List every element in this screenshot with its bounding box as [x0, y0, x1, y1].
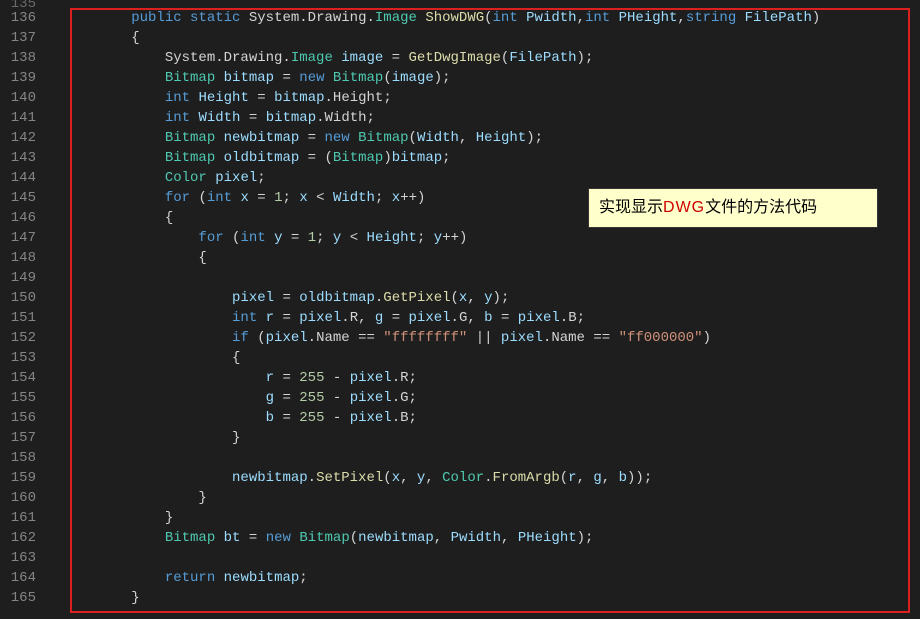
- line-number: 135: [0, 0, 48, 8]
- code-line[interactable]: }: [64, 508, 920, 528]
- code-line[interactable]: [64, 268, 920, 288]
- code-line[interactable]: int Width = bitmap.Width;: [64, 108, 920, 128]
- line-number: 147: [0, 228, 48, 248]
- line-number: 153: [0, 348, 48, 368]
- line-number: 155: [0, 388, 48, 408]
- code-line[interactable]: {: [64, 248, 920, 268]
- code-line[interactable]: [64, 448, 920, 468]
- line-number: 154: [0, 368, 48, 388]
- line-number: 145: [0, 188, 48, 208]
- code-line[interactable]: int r = pixel.R, g = pixel.G, b = pixel.…: [64, 308, 920, 328]
- code-line[interactable]: }: [64, 588, 920, 608]
- line-number: 158: [0, 448, 48, 468]
- line-number: 140: [0, 88, 48, 108]
- code-line[interactable]: for (int y = 1; y < Height; y++): [64, 228, 920, 248]
- line-number: 162: [0, 528, 48, 548]
- line-number: 150: [0, 288, 48, 308]
- code-line[interactable]: Color pixel;: [64, 168, 920, 188]
- annotation-suffix: 文件的方法代码: [705, 199, 817, 216]
- line-number: 164: [0, 568, 48, 588]
- annotation-prefix: 实现显示: [599, 199, 663, 216]
- code-lines-container: public static System.Drawing.Image ShowD…: [64, 0, 920, 608]
- line-number: 159: [0, 468, 48, 488]
- code-area[interactable]: public static System.Drawing.Image ShowD…: [48, 0, 920, 619]
- code-line[interactable]: if (pixel.Name == "ffffffff" || pixel.Na…: [64, 328, 920, 348]
- line-number: 143: [0, 148, 48, 168]
- line-number: 141: [0, 108, 48, 128]
- code-line[interactable]: Bitmap bitmap = new Bitmap(image);: [64, 68, 920, 88]
- code-line[interactable]: {: [64, 28, 920, 48]
- line-number: 138: [0, 48, 48, 68]
- line-number: 148: [0, 248, 48, 268]
- code-line[interactable]: int Height = bitmap.Height;: [64, 88, 920, 108]
- code-line[interactable]: Bitmap oldbitmap = (Bitmap)bitmap;: [64, 148, 920, 168]
- code-line[interactable]: g = 255 - pixel.G;: [64, 388, 920, 408]
- code-line[interactable]: r = 255 - pixel.R;: [64, 368, 920, 388]
- annotation-highlight: DWG: [663, 199, 705, 216]
- line-number: 137: [0, 28, 48, 48]
- annotation-callout: 实现显示DWG文件的方法代码: [588, 188, 878, 228]
- code-line[interactable]: Bitmap bt = new Bitmap(newbitmap, Pwidth…: [64, 528, 920, 548]
- line-number: 156: [0, 408, 48, 428]
- line-number: 163: [0, 548, 48, 568]
- code-line[interactable]: newbitmap.SetPixel(x, y, Color.FromArgb(…: [64, 468, 920, 488]
- line-number: 152: [0, 328, 48, 348]
- code-line[interactable]: [64, 0, 920, 8]
- code-line[interactable]: Bitmap newbitmap = new Bitmap(Width, Hei…: [64, 128, 920, 148]
- code-line[interactable]: b = 255 - pixel.B;: [64, 408, 920, 428]
- code-line[interactable]: }: [64, 488, 920, 508]
- line-number: 161: [0, 508, 48, 528]
- code-editor[interactable]: 1351361371381391401411421431441451461471…: [0, 0, 920, 619]
- line-number: 160: [0, 488, 48, 508]
- code-line[interactable]: public static System.Drawing.Image ShowD…: [64, 8, 920, 28]
- code-line[interactable]: return newbitmap;: [64, 568, 920, 588]
- code-line[interactable]: [64, 548, 920, 568]
- line-number: 146: [0, 208, 48, 228]
- code-line[interactable]: {: [64, 348, 920, 368]
- line-number: 157: [0, 428, 48, 448]
- line-number-gutter: 1351361371381391401411421431441451461471…: [0, 0, 48, 619]
- line-number: 149: [0, 268, 48, 288]
- line-number: 142: [0, 128, 48, 148]
- code-line[interactable]: pixel = oldbitmap.GetPixel(x, y);: [64, 288, 920, 308]
- code-line[interactable]: }: [64, 428, 920, 448]
- line-number: 139: [0, 68, 48, 88]
- line-number: 144: [0, 168, 48, 188]
- line-number: 165: [0, 588, 48, 608]
- line-number: 136: [0, 8, 48, 28]
- line-number: 151: [0, 308, 48, 328]
- code-line[interactable]: System.Drawing.Image image = GetDwgImage…: [64, 48, 920, 68]
